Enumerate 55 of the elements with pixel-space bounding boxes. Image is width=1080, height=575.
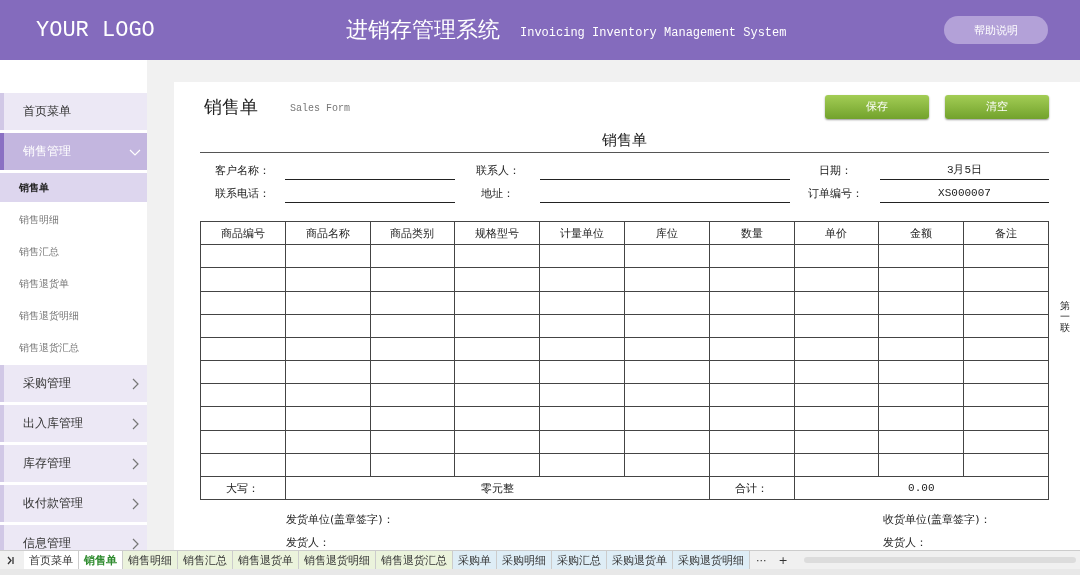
copy-note: 第一联 xyxy=(1059,299,1070,333)
sidebar-item[interactable]: 库存管理 xyxy=(0,445,147,482)
form-title: 销售单 xyxy=(200,131,1049,154)
sidebar-item[interactable]: 信息管理 xyxy=(0,525,147,550)
column-header: 规格型号 xyxy=(454,221,540,245)
sheet-tab[interactable]: 采购退货明细 xyxy=(673,551,750,569)
table-cell: 大写： xyxy=(200,476,286,500)
sidebar-item[interactable]: 首页菜单 xyxy=(0,93,147,130)
input-field[interactable]: XS000007 xyxy=(880,184,1049,204)
page-heading: 销售单 xyxy=(204,94,258,119)
app-subtitle: Invoicing Inventory Management System xyxy=(520,25,788,40)
sidebar-item[interactable]: 采购管理 xyxy=(0,365,147,402)
sheet-tab[interactable]: 采购汇总 xyxy=(552,551,607,569)
sidebar-item[interactable]: 出入库管理 xyxy=(0,405,147,442)
field-label: 日期： xyxy=(817,163,853,180)
field-label: 客户名称： xyxy=(214,163,271,180)
field-label: 联系人： xyxy=(474,163,521,180)
sheet-tab[interactable]: 销售退货单 xyxy=(233,551,299,569)
sheet-tab[interactable]: 销售明细 xyxy=(123,551,178,569)
signature-label: 发货单位(盖章签字)： xyxy=(286,512,395,527)
column-header: 商品名称 xyxy=(285,221,371,245)
sheet-tab[interactable]: 采购单 xyxy=(453,551,497,569)
sheet-tab[interactable]: 首页菜单 xyxy=(24,551,79,569)
column-header: 计量单位 xyxy=(539,221,625,245)
input-field[interactable]: 3月5日 xyxy=(880,161,1049,181)
signature-label: 发货人： xyxy=(883,535,928,550)
column-header: 库位 xyxy=(624,221,710,245)
sheet-tab[interactable]: 采购明细 xyxy=(497,551,552,569)
field-label: 订单编号： xyxy=(806,186,864,203)
app-title: 进销存管理系统 xyxy=(346,16,500,44)
sheet-tab[interactable]: 销售单 xyxy=(79,551,123,569)
table-cell: 合计： xyxy=(709,476,795,500)
add-sheet-button[interactable]: + xyxy=(772,553,794,567)
column-header: 商品编号 xyxy=(200,221,286,245)
signature-label: 发货人： xyxy=(286,535,331,550)
sheet-tab[interactable]: 销售退货汇总 xyxy=(376,551,453,569)
last-sheet-icon[interactable] xyxy=(6,555,16,565)
signature-label: 收货单位(盖章签字)： xyxy=(883,512,992,527)
column-header: 商品类别 xyxy=(370,221,455,245)
column-header: 备注 xyxy=(963,221,1049,245)
page-subheading: Sales Form xyxy=(290,102,351,115)
column-header: 数量 xyxy=(709,221,795,245)
table-cell: 零元整 xyxy=(285,476,710,500)
column-header: 单价 xyxy=(794,221,879,245)
sidebar-item[interactable]: 收付款管理 xyxy=(0,485,147,522)
more-sheets-button[interactable]: ··· xyxy=(750,553,773,567)
field-label: 地址： xyxy=(480,186,515,203)
sheet-tab[interactable]: 销售退货明细 xyxy=(299,551,376,569)
sidebar-subitem[interactable]: 销售单 xyxy=(0,173,147,202)
field-label: 联系电话： xyxy=(214,186,271,203)
sheet-tab[interactable]: 采购退货单 xyxy=(607,551,673,569)
table-cell: 0.00 xyxy=(794,476,1049,500)
logo: YOUR LOGO xyxy=(36,17,156,43)
column-header: 金额 xyxy=(878,221,964,245)
sheet-tab[interactable]: 销售汇总 xyxy=(178,551,233,569)
